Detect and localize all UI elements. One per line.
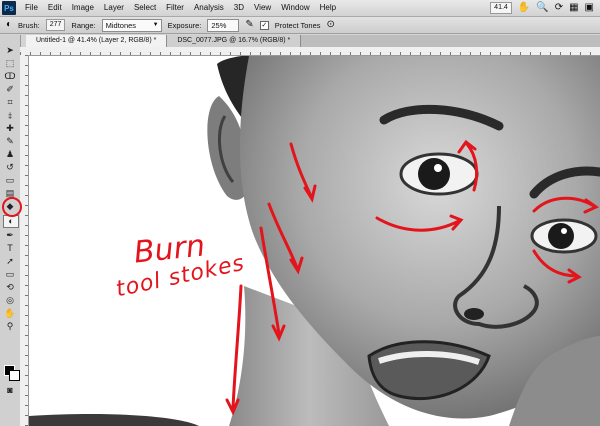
range-value: Midtones (105, 20, 137, 30)
chevron-down-icon: ▼ (152, 21, 159, 28)
rotate-view-icon[interactable]: ⟳ (555, 2, 563, 14)
healing-brush-tool-icon[interactable]: ✚ (3, 123, 17, 134)
menu-layer[interactable]: Layer (99, 0, 129, 16)
burn-tool-highlight-circle (2, 197, 22, 217)
pressure-size-icon[interactable]: ⊙ (327, 19, 335, 31)
menu-view[interactable]: View (249, 0, 276, 16)
photoshop-logo: Ps (2, 1, 16, 15)
range-label: Range: (71, 20, 96, 30)
color-swatches[interactable] (4, 365, 20, 381)
quick-selection-tool-icon[interactable]: ✐ (3, 84, 17, 95)
menu-bar: Ps File Edit Image Layer Select Filter A… (0, 0, 600, 17)
hand-tool-icon[interactable]: ✋ (518, 2, 530, 14)
range-select[interactable]: Midtones ▼ (101, 18, 162, 32)
airbrush-icon[interactable]: ✎ (245, 19, 253, 31)
document-canvas[interactable]: Burn tool stokes (29, 56, 600, 426)
menu-analysis[interactable]: Analysis (189, 0, 229, 16)
tools-panel: ➤ ⬚ ↀ ✐ ⌗ ⤈ ✚ ✎ ♟ ↺ ▭ ▤ ◆ ◐ ✒ T ➚ ▭ ⟲ ◎ … (0, 35, 21, 426)
exposure-label: Exposure: (167, 20, 202, 30)
menu-window[interactable]: Window (276, 0, 314, 16)
3d-orbit-tool-icon[interactable]: ◎ (3, 295, 17, 306)
brush-size-picker[interactable]: 277 (45, 19, 66, 31)
zoom-level-field[interactable]: 41.4 (490, 2, 512, 14)
zoom-tool-icon[interactable]: 🔍 (536, 2, 548, 14)
exposure-field[interactable]: 25% (207, 18, 240, 32)
tab-dsc-0077[interactable]: DSC_0077.JPG @ 16.7% (RGB/8) * (167, 35, 302, 47)
shape-tool-icon[interactable]: ▭ (3, 269, 17, 280)
arrange-documents-icon[interactable]: ▦ (569, 2, 578, 14)
lasso-tool-icon[interactable]: ↀ (3, 71, 17, 82)
options-bar: ◐ Brush: 277 Range: Midtones ▼ Exposure: … (0, 17, 600, 34)
crop-tool-icon[interactable]: ⌗ (3, 97, 17, 108)
zoom-tool-icon[interactable]: ⚲ (3, 321, 17, 332)
background-color-swatch[interactable] (9, 370, 20, 381)
brush-label: Brush: (18, 20, 40, 30)
clone-stamp-tool-icon[interactable]: ♟ (3, 149, 17, 160)
path-selection-tool-icon[interactable]: ➚ (3, 256, 17, 267)
horizontal-ruler (20, 47, 600, 56)
eraser-tool-icon[interactable]: ▭ (3, 175, 17, 186)
menu-image[interactable]: Image (67, 0, 99, 16)
screen-mode-icon[interactable]: ▣ (585, 2, 594, 14)
menu-filter[interactable]: Filter (161, 0, 189, 16)
hand-tool-icon[interactable]: ✋ (3, 308, 17, 319)
history-brush-tool-icon[interactable]: ↺ (3, 162, 17, 173)
protect-tones-label: Protect Tones (274, 20, 321, 30)
type-tool-icon[interactable]: T (3, 243, 17, 254)
pen-tool-icon[interactable]: ✒ (3, 230, 17, 241)
application-bar-controls: 41.4 ✋ 🔍 ⟳ ▦ ▣ (490, 2, 600, 14)
vertical-ruler (20, 55, 29, 426)
menu-help[interactable]: Help (315, 0, 341, 16)
menu-select[interactable]: Select (129, 0, 161, 16)
pencil-portrait-drawing (29, 56, 600, 426)
menu-edit[interactable]: Edit (43, 0, 67, 16)
protect-tones-checkbox[interactable]: ✓ (259, 20, 269, 30)
eyedropper-tool-icon[interactable]: ⤈ (3, 110, 17, 121)
marquee-tool-icon[interactable]: ⬚ (3, 58, 17, 69)
menu-file[interactable]: File (20, 0, 43, 16)
burn-tool-preset-icon[interactable]: ◐ (6, 19, 12, 31)
brush-tool-icon[interactable]: ✎ (3, 136, 17, 147)
quick-mask-icon[interactable]: ◙ (3, 385, 17, 396)
menu-3d[interactable]: 3D (229, 0, 249, 16)
3d-rotate-tool-icon[interactable]: ⟲ (3, 282, 17, 293)
move-tool-icon[interactable]: ➤ (3, 45, 17, 56)
tab-untitled-1[interactable]: Untitled-1 @ 41.4% (Layer 2, RGB/8) * (26, 35, 168, 47)
